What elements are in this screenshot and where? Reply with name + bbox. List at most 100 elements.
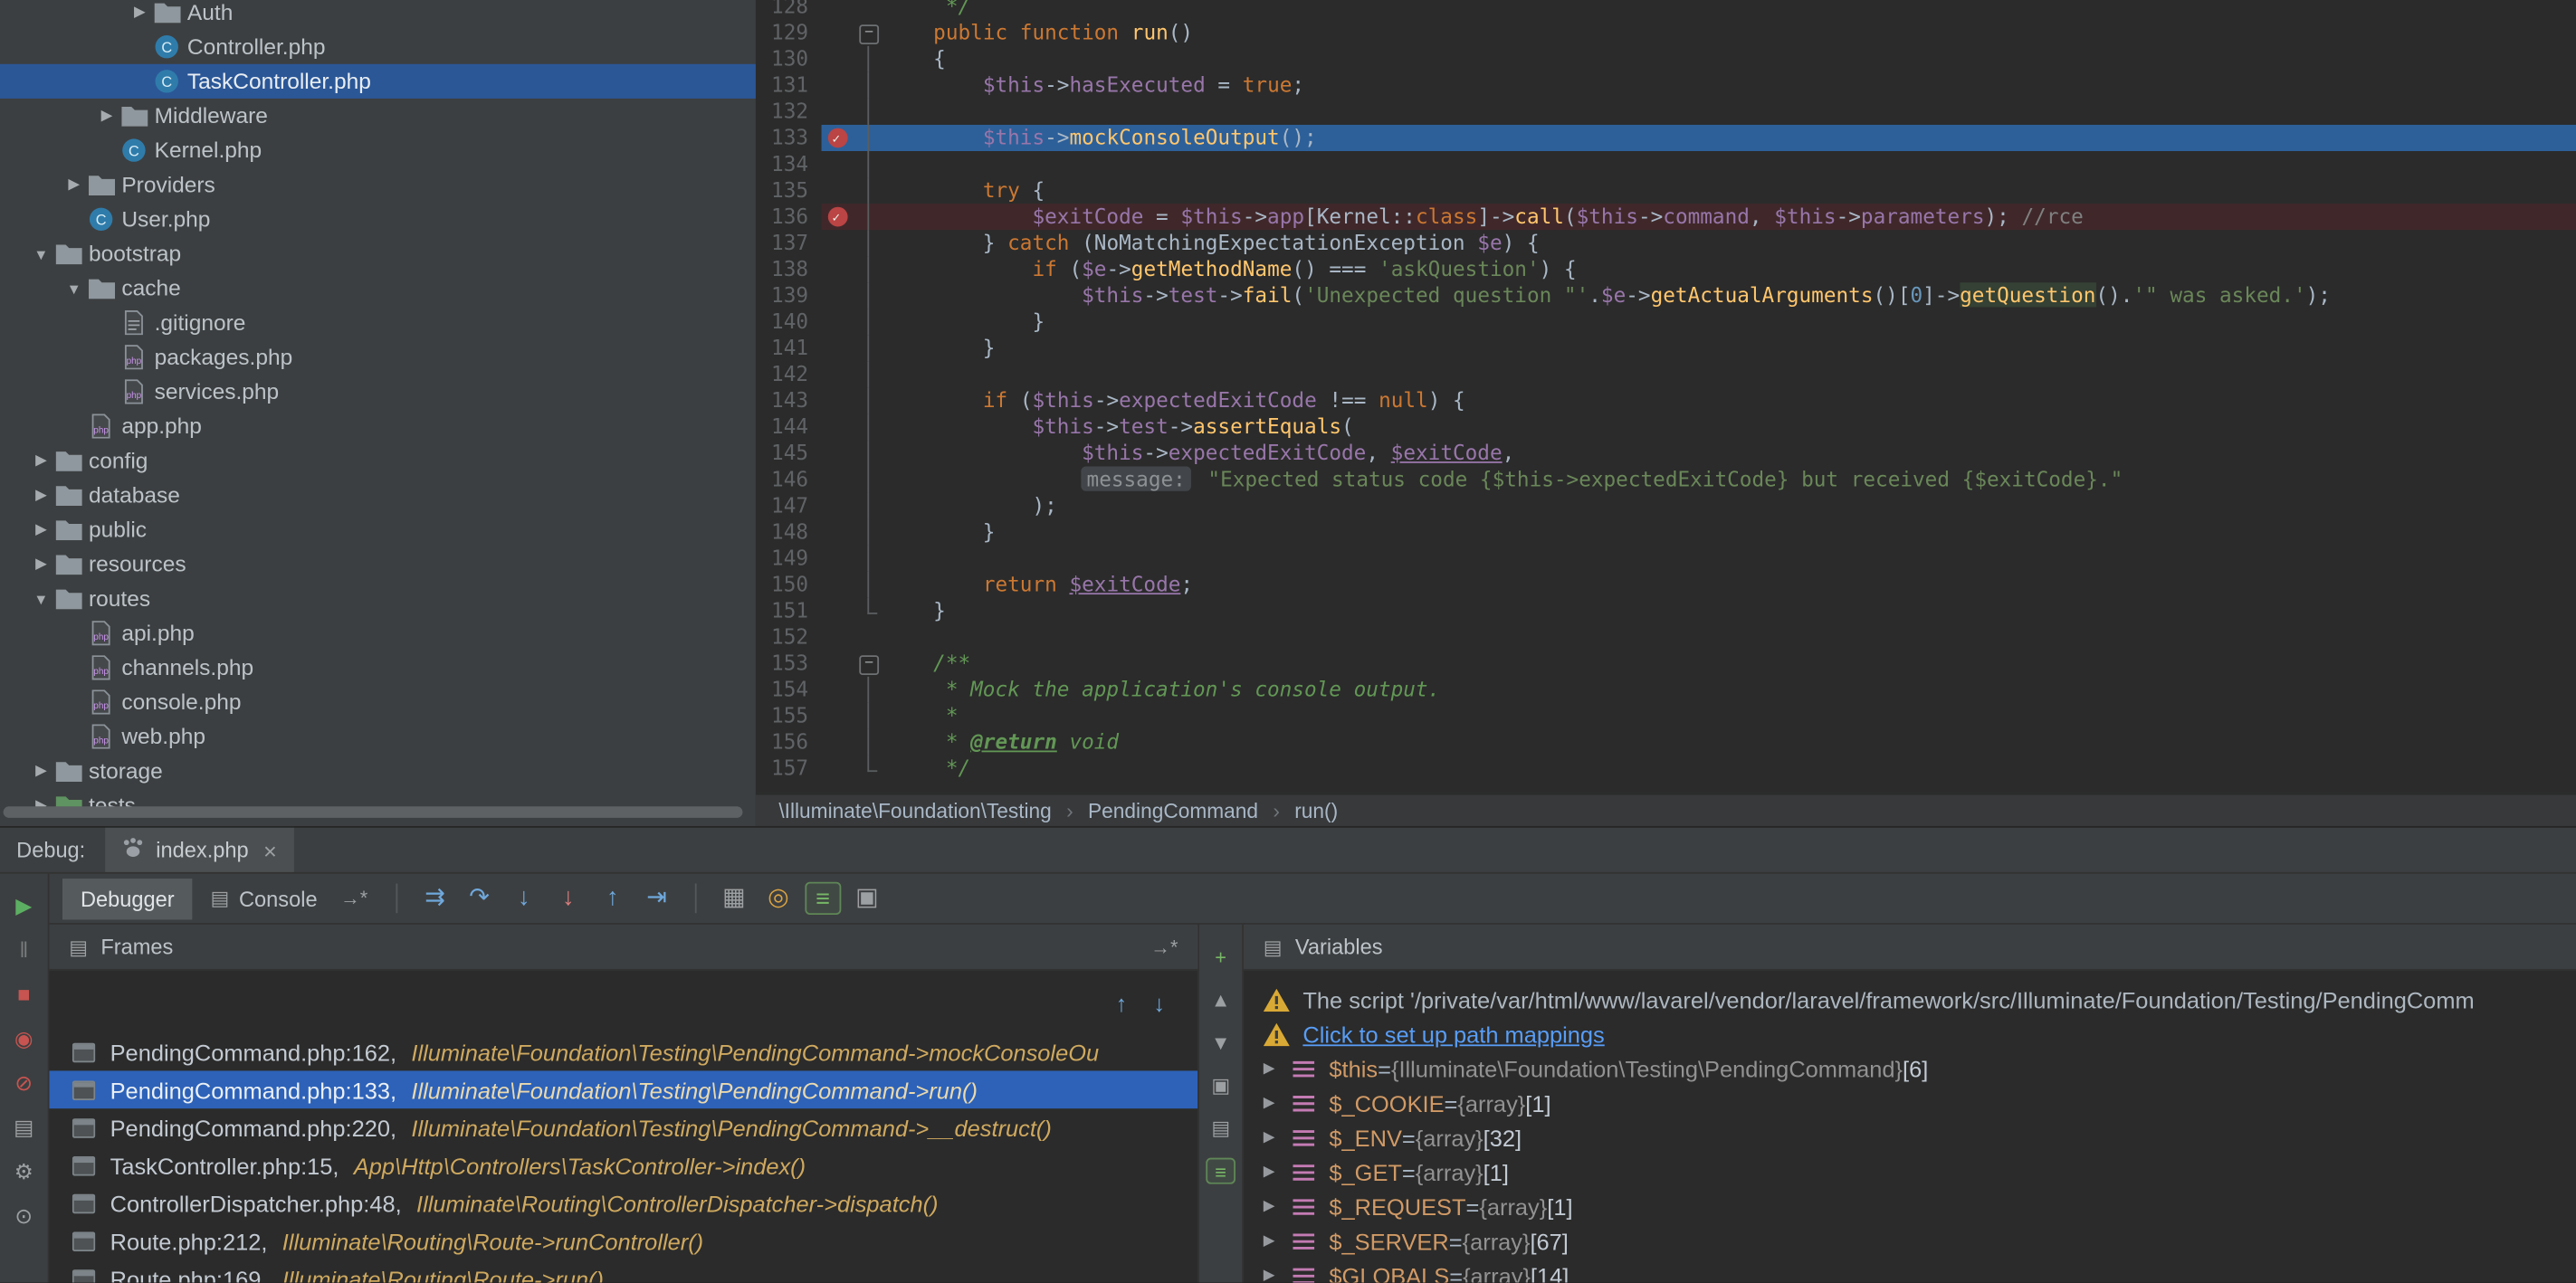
code-editor[interactable]: 128 */129 public function run()130 {131 … <box>756 0 2576 794</box>
gutter-cell[interactable] <box>822 151 854 177</box>
chevron-right-icon[interactable]: ▶ <box>1264 1231 1292 1250</box>
variable-row-this[interactable]: ▶$this = {Illuminate\Foundation\Testing\… <box>1244 1051 2576 1086</box>
frame-row[interactable]: Route.php:212,Illuminate\Routing\Route->… <box>49 1221 1197 1259</box>
breadcrumb-item[interactable]: PendingCommand <box>1088 799 1258 822</box>
code-line[interactable]: 136 $exitCode = $this->app[Kernel::class… <box>756 204 2576 230</box>
tree-item-taskcontroller-php[interactable]: CTaskController.php <box>0 64 756 99</box>
next-frame-icon[interactable]: ↓ <box>1153 991 1165 1017</box>
code-line[interactable]: 144 $this->test->assertEquals( <box>756 413 2576 440</box>
gutter-cell[interactable] <box>822 256 854 282</box>
variable-row-get[interactable]: ▶$_GET = {array} [1] <box>1244 1155 2576 1189</box>
frame-row[interactable]: TaskController.php:15,App\Http\Controlle… <box>49 1146 1197 1184</box>
tree-item-resources[interactable]: ▶resources <box>0 546 756 581</box>
previous-frame-icon[interactable]: ↑ <box>1115 991 1127 1017</box>
chevron-right-icon[interactable]: ▶ <box>26 451 56 470</box>
frame-row[interactable]: Route.php:169,Illuminate\Routing\Route->… <box>49 1259 1197 1282</box>
gutter-cell[interactable] <box>822 729 854 756</box>
code-line[interactable]: 150 return $exitCode; <box>756 572 2576 598</box>
scroll-to-end-icon[interactable]: →* <box>340 887 367 909</box>
code-line[interactable]: 155 * <box>756 703 2576 729</box>
variable-row-server[interactable]: ▶$_SERVER = {array} [67] <box>1244 1223 2576 1258</box>
chevron-right-icon[interactable]: ▶ <box>26 520 56 538</box>
chevron-right-icon[interactable]: ▶ <box>1264 1197 1292 1215</box>
breakpoints-icon[interactable]: ◉ <box>9 1026 39 1052</box>
tree-item-public[interactable]: ▶public <box>0 512 756 546</box>
breadcrumb-item[interactable]: \Illuminate\Foundation\Testing <box>778 799 1051 822</box>
show-execution-point-icon[interactable]: ⇉ <box>417 882 453 915</box>
chevron-right-icon[interactable]: ▶ <box>1264 1094 1292 1112</box>
stop-icon[interactable]: ■ <box>9 982 39 1008</box>
chevron-right-icon[interactable]: ▶ <box>26 762 56 780</box>
gutter-cell[interactable] <box>822 230 854 256</box>
gutter-cell[interactable] <box>822 598 854 624</box>
code-line[interactable]: 149 <box>756 546 2576 572</box>
tree-item-database[interactable]: ▶database <box>0 478 756 512</box>
code-line[interactable]: 135 try { <box>756 177 2576 204</box>
force-step-into-icon[interactable]: ↓ <box>550 882 587 915</box>
new-window-icon[interactable]: ▣ <box>849 882 885 915</box>
chevron-right-icon[interactable]: ▶ <box>1264 1266 1292 1282</box>
tree-item-controller-php[interactable]: CController.php <box>0 30 756 64</box>
gutter-cell[interactable] <box>822 624 854 651</box>
tree-item-gitignore[interactable]: .gitignore <box>0 306 756 340</box>
gutter-cell[interactable] <box>822 309 854 335</box>
fold-marker-icon[interactable] <box>854 651 884 677</box>
tree-item-providers[interactable]: ▶Providers <box>0 167 756 202</box>
chevron-right-icon[interactable]: ▶ <box>92 107 122 125</box>
chevron-down-icon[interactable]: ▼ <box>26 591 56 607</box>
chevron-right-icon[interactable]: ▶ <box>1264 1128 1292 1146</box>
paste-icon[interactable]: ▤ <box>1206 1115 1236 1141</box>
expand-all-icon[interactable]: ▼ <box>1206 1030 1236 1056</box>
tree-item-services-php[interactable]: phpservices.php <box>0 375 756 409</box>
breakpoint-icon[interactable] <box>828 128 848 148</box>
path-mappings-link[interactable]: Click to set up path mappings <box>1302 1021 1604 1047</box>
code-line[interactable]: 147 ); <box>756 493 2576 519</box>
code-line[interactable]: 137 } catch (NoMatchingExpectationExcept… <box>756 230 2576 256</box>
gutter-cell[interactable] <box>822 572 854 598</box>
code-line[interactable]: 139 $this->test->fail('Unexpected questi… <box>756 282 2576 309</box>
tree-item-bootstrap[interactable]: ▼bootstrap <box>0 236 756 271</box>
gutter-cell[interactable] <box>822 387 854 413</box>
gutter-cell[interactable] <box>822 756 854 782</box>
tree-item-packages-php[interactable]: phppackages.php <box>0 340 756 375</box>
code-line[interactable]: 138 if ($e->getMethodName() === 'askQues… <box>756 256 2576 282</box>
copy-icon[interactable]: ▣ <box>1206 1072 1236 1098</box>
tree-item-console-php[interactable]: phpconsole.php <box>0 685 756 719</box>
tree-item-config[interactable]: ▶config <box>0 443 756 478</box>
code-line[interactable]: 145 $this->expectedExitCode, $exitCode, <box>756 440 2576 466</box>
hide-frames-icon[interactable]: →* <box>1150 936 1178 958</box>
chevron-right-icon[interactable]: ▶ <box>26 486 56 504</box>
watch-values-icon[interactable]: ≡ <box>1206 1158 1236 1184</box>
variable-row-request[interactable]: ▶$_REQUEST = {array} [1] <box>1244 1189 2576 1223</box>
gutter-cell[interactable] <box>822 466 854 492</box>
chevron-right-icon[interactable]: ▶ <box>125 4 155 22</box>
code-line[interactable]: 129 public function run() <box>756 20 2576 46</box>
gutter-cell[interactable] <box>822 72 854 99</box>
gutter-cell[interactable] <box>822 703 854 729</box>
resume-icon[interactable]: ▶ <box>9 893 39 919</box>
code-line[interactable]: 131 $this->hasExecuted = true; <box>756 72 2576 99</box>
tree-item-user-php[interactable]: CUser.php <box>0 202 756 236</box>
gutter-cell[interactable] <box>822 177 854 204</box>
inline-values-icon[interactable]: ≡ <box>805 882 841 915</box>
gutter-cell[interactable] <box>822 651 854 677</box>
gutter-cell[interactable] <box>822 546 854 572</box>
mute-breakpoints-icon[interactable]: ⊘ <box>9 1070 39 1097</box>
close-icon[interactable]: × <box>263 837 277 863</box>
gutter-cell[interactable] <box>822 361 854 387</box>
code-line[interactable]: 153 /** <box>756 651 2576 677</box>
chevron-down-icon[interactable]: ▼ <box>59 280 89 296</box>
tree-item-auth[interactable]: ▶Auth <box>0 0 756 30</box>
gutter-cell[interactable] <box>822 46 854 72</box>
gutter-cell[interactable] <box>822 493 854 519</box>
code-line[interactable]: 130 { <box>756 46 2576 72</box>
horizontal-scrollbar[interactable] <box>4 806 743 818</box>
code-line[interactable]: 151 } <box>756 598 2576 624</box>
frame-row[interactable]: PendingCommand.php:220,Illuminate\Founda… <box>49 1108 1197 1146</box>
variable-row-env[interactable]: ▶$_ENV = {array} [32] <box>1244 1120 2576 1155</box>
gutter-cell[interactable] <box>822 0 854 20</box>
pause-icon[interactable]: ‖ <box>9 937 39 964</box>
gutter-cell[interactable] <box>822 519 854 546</box>
code-line[interactable]: 157 */ <box>756 756 2576 782</box>
chevron-right-icon[interactable]: ▶ <box>1264 1060 1292 1078</box>
